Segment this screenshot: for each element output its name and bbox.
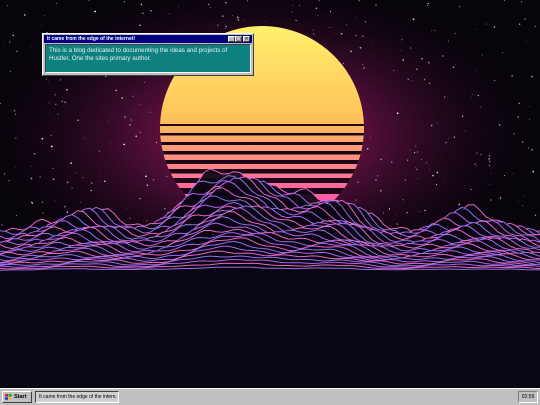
system-tray: 02:59 — [518, 391, 538, 403]
close-button[interactable]: × — [243, 36, 250, 42]
window-title: It came from the edge of the internet! — [47, 36, 136, 42]
minimize-button[interactable]: _ — [228, 36, 235, 42]
maximize-button[interactable]: □ — [235, 36, 242, 42]
taskbar-window-label: It came from the edge of the intern... — [39, 394, 117, 400]
clock: 02:59 — [521, 394, 535, 400]
windows-logo-icon — [5, 394, 12, 400]
blog-window[interactable]: It came from the edge of the internet! _… — [42, 33, 254, 76]
taskbar-window-button[interactable]: It came from the edge of the intern... — [35, 391, 119, 403]
taskbar: Start It came from the edge of the inter… — [0, 388, 540, 405]
window-body-text: This is a blog dedicated to documenting … — [45, 44, 251, 73]
start-label: Start — [14, 394, 27, 400]
start-button[interactable]: Start — [2, 391, 32, 403]
window-titlebar[interactable]: It came from the edge of the internet! _… — [44, 35, 252, 43]
desktop: It came from the edge of the internet! _… — [0, 0, 540, 388]
